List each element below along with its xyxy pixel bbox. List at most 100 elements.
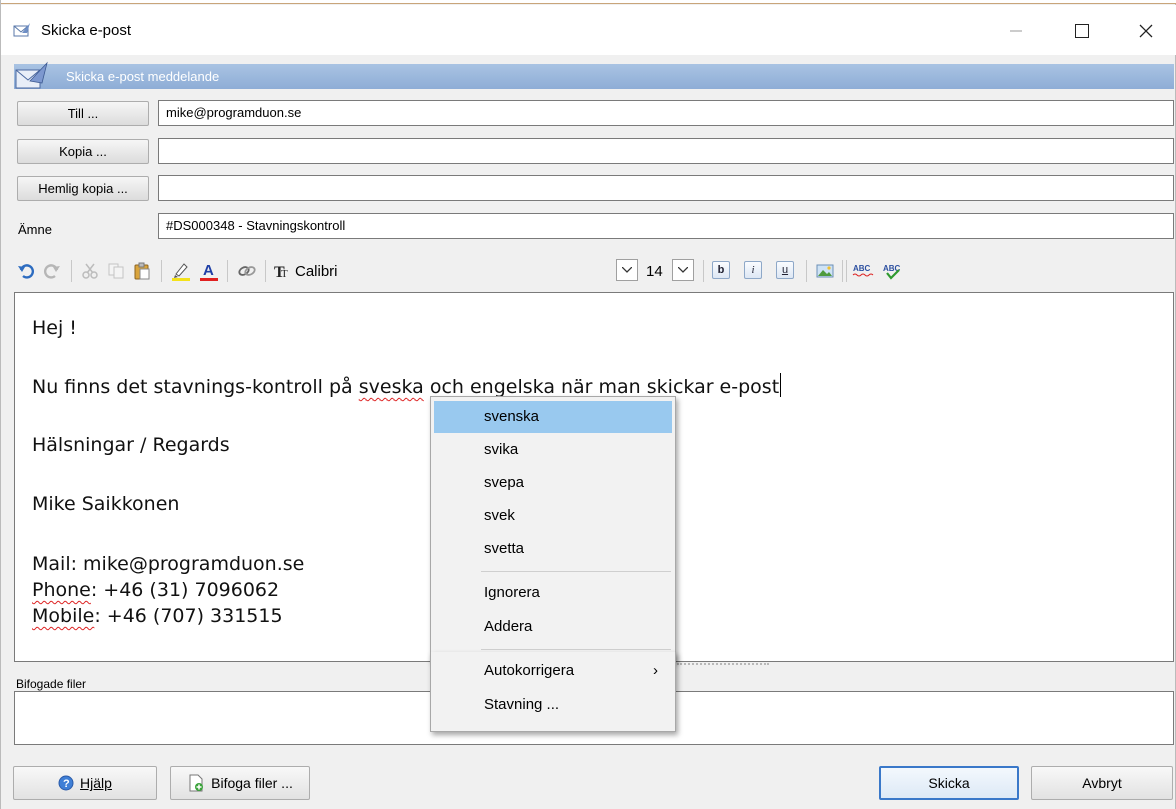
minimize-button[interactable] <box>993 10 1039 52</box>
menu-autocorrect-label: Autokorrigera <box>484 662 575 679</box>
subject-field[interactable]: #DS000348 - Stavningskontroll <box>158 213 1174 239</box>
underline-button[interactable]: u <box>776 261 794 279</box>
suggestion-svepa[interactable]: svepa <box>434 467 672 499</box>
banner-text: Skicka e-post meddelande <box>66 69 220 84</box>
font-color-icon: A <box>200 262 218 281</box>
attach-file-icon <box>189 774 204 792</box>
highlight-color-button[interactable] <box>169 260 193 282</box>
menu-separator <box>481 571 671 572</box>
copy-icon <box>108 263 124 279</box>
phone-number: : +46 (31) 7096062 <box>90 579 280 601</box>
auto-spell-check-button[interactable]: ABC <box>881 260 907 282</box>
copy-button[interactable] <box>105 260 127 282</box>
help-icon: ? <box>58 775 74 791</box>
attachments-label: Bifogade filer <box>16 677 87 691</box>
splitter-grip[interactable] <box>677 663 769 669</box>
minimize-icon <box>1010 30 1022 32</box>
window-top-edge <box>1 0 1176 4</box>
title-bar: Skicka e-post <box>1 5 1176 55</box>
image-icon <box>816 264 834 278</box>
font-name-label[interactable]: Calibri <box>295 263 338 280</box>
suggestion-svika[interactable]: svika <box>434 434 672 466</box>
body-main-line: Nu finns det stavnings-kontroll på svesk… <box>32 373 782 398</box>
link-icon <box>238 266 256 276</box>
dialog-banner: Skicka e-post meddelande <box>14 61 1174 89</box>
font-size-label[interactable]: 14 <box>646 263 663 280</box>
body-mail-line: Mail: mike@programduon.se <box>32 553 304 575</box>
font-size-dropdown[interactable] <box>672 259 694 281</box>
chevron-down-icon <box>622 267 632 273</box>
menu-separator <box>481 649 671 650</box>
chevron-right-icon: › <box>653 662 658 679</box>
toolbar-separator <box>806 260 807 282</box>
cc-button[interactable]: Kopia ... <box>17 139 149 164</box>
cc-field[interactable] <box>158 138 1174 164</box>
toolbar-separator <box>265 260 266 282</box>
cancel-button[interactable]: Avbryt <box>1031 766 1173 800</box>
insert-link-button[interactable] <box>235 260 259 282</box>
body-greeting: Hej ! <box>32 317 77 339</box>
menu-ignore[interactable]: Ignorera <box>434 577 672 609</box>
font-name-icon-box: TT <box>272 260 292 282</box>
menu-add[interactable]: Addera <box>434 611 672 643</box>
menu-spelling[interactable]: Stavning ... <box>434 689 672 721</box>
auto-spell-check-icon: ABC <box>883 264 901 280</box>
bold-button[interactable]: b <box>712 261 730 279</box>
paste-icon <box>134 262 150 280</box>
suggestion-svetta[interactable]: svetta <box>434 533 672 565</box>
spell-check-button[interactable]: ABC <box>851 260 877 282</box>
text-caret <box>780 373 782 397</box>
send-button[interactable]: Skicka <box>879 766 1019 800</box>
toolbar-separator <box>161 260 162 282</box>
mobile-number: : +46 (707) 331515 <box>94 605 283 627</box>
redo-button[interactable] <box>41 260 63 282</box>
insert-image-button[interactable] <box>814 260 836 282</box>
font-color-button[interactable]: A <box>197 260 221 282</box>
bcc-button[interactable]: Hemlig kopia ... <box>17 176 149 201</box>
misspelled-word[interactable]: sveska <box>359 376 424 398</box>
attach-files-button[interactable]: Bifoga filer ... <box>170 766 310 800</box>
spell-check-icon: ABC <box>852 264 874 277</box>
font-name-dropdown[interactable] <box>616 259 638 281</box>
toolbar-separator <box>846 260 847 282</box>
bcc-field[interactable] <box>158 175 1174 201</box>
italic-button[interactable]: i <box>744 261 762 279</box>
to-field[interactable]: mike@programduon.se <box>158 100 1174 126</box>
subject-label: Ämne <box>18 222 52 237</box>
help-button[interactable]: ? Hjälp <box>13 766 157 800</box>
spelling-context-menu-lower: Autokorrigera › Stavning ... <box>430 652 676 732</box>
format-toolbar: A TT Calibri 14 b i u ABC ABC <box>15 254 1175 288</box>
suggestion-svenska[interactable]: svenska <box>434 401 672 433</box>
toolbar-separator <box>842 260 843 282</box>
highlighter-icon <box>172 263 190 281</box>
svg-text:?: ? <box>63 778 70 790</box>
send-mail-icon <box>13 23 30 37</box>
undo-icon <box>18 264 35 279</box>
spell-check-text: ABC <box>853 264 871 273</box>
attach-files-label: Bifoga filer ... <box>211 775 293 791</box>
spelling-context-menu: svenska svika svepa svek svetta Ignorera… <box>430 396 676 661</box>
toolbar-separator <box>703 260 704 282</box>
maximize-button[interactable] <box>1059 10 1105 52</box>
paste-button[interactable] <box>131 260 153 282</box>
body-text-after: och engelska när man skickar e-post <box>423 376 780 398</box>
suggestion-svek[interactable]: svek <box>434 500 672 532</box>
window-title: Skicka e-post <box>41 22 132 39</box>
redo-icon <box>43 264 60 279</box>
body-mobile-line: Mobile: +46 (707) 331515 <box>32 605 283 627</box>
menu-autocorrect[interactable]: Autokorrigera › <box>434 655 672 687</box>
body-name: Mike Saikkonen <box>32 493 180 515</box>
phone-label: Phone <box>32 579 91 601</box>
body-phone-line: Phone: +46 (31) 7096062 <box>32 579 279 601</box>
to-button[interactable]: Till ... <box>17 101 149 126</box>
undo-button[interactable] <box>15 260 37 282</box>
toolbar-separator <box>71 260 72 282</box>
body-text-before: Nu finns det stavnings-kontroll på <box>32 376 359 398</box>
toolbar-separator <box>227 260 228 282</box>
close-button[interactable] <box>1123 10 1169 52</box>
mobile-label: Mobile <box>32 605 95 627</box>
help-button-label: Hjälp <box>80 775 112 791</box>
maximize-icon <box>1075 24 1089 38</box>
cut-button[interactable] <box>79 260 101 282</box>
close-icon <box>1139 24 1153 38</box>
